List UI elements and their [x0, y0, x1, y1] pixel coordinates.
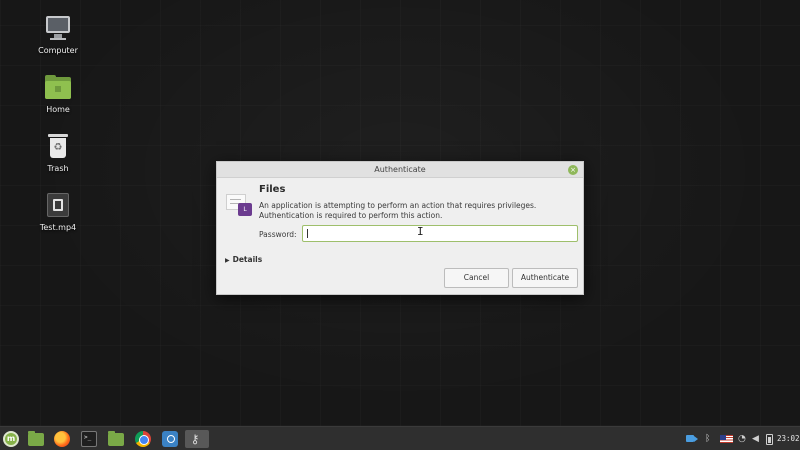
bluetooth-icon[interactable]: ᛒ [705, 433, 710, 445]
files-icon [108, 431, 124, 446]
video-recorder-icon[interactable] [686, 433, 698, 445]
ibeam-cursor-icon: I [417, 225, 424, 238]
desktop-icon-trash[interactable]: ♻ Trash [28, 132, 88, 174]
desktop-icon-label: Trash [47, 164, 69, 173]
desktop-icon-label: Computer [38, 46, 78, 55]
triangle-right-icon: ▶ [225, 257, 230, 264]
dialog-window-title: Authenticate [374, 165, 426, 174]
text-caret [307, 229, 308, 238]
taskbar-screenshot-launcher[interactable] [160, 430, 180, 448]
video-file-icon [43, 191, 73, 219]
desktop-icon-label: Home [46, 105, 70, 114]
taskbar-terminal-launcher[interactable]: >_ [79, 430, 99, 448]
details-label: Details [232, 255, 263, 264]
taskbar-authenticate-window[interactable]: ⚷ [185, 430, 209, 448]
taskbar: m >_ ⚷ ᛒ ◔ ◀ 23:02 [0, 426, 800, 450]
key-icon: ⚷ [190, 432, 200, 446]
computer-icon [43, 14, 73, 42]
taskbar-files-launcher[interactable] [26, 430, 46, 448]
cancel-button[interactable]: Cancel [444, 268, 509, 288]
chrome-icon [135, 431, 151, 447]
desktop-icon-test-mp4[interactable]: Test.mp4 [28, 191, 88, 233]
dialog-app-name: Files [259, 184, 286, 195]
menu-icon: m [3, 431, 19, 447]
taskbar-firefox-launcher[interactable] [52, 430, 72, 448]
details-expander[interactable]: ▶ Details [225, 255, 262, 264]
home-folder-icon [43, 73, 73, 101]
trash-icon: ♻ [43, 132, 73, 160]
taskbar-chrome-launcher[interactable] [133, 430, 153, 448]
password-label: Password: [259, 230, 297, 239]
battery-icon[interactable] [766, 434, 773, 445]
desktop-icon-label: Test.mp4 [39, 223, 77, 232]
taskbar-files-launcher-2[interactable] [106, 430, 126, 448]
dialog-titlebar[interactable]: Authenticate × [217, 162, 583, 178]
volume-icon[interactable]: ◀ [752, 433, 759, 445]
menu-button[interactable]: m [1, 430, 21, 448]
desktop-icon-computer[interactable]: Computer [28, 14, 88, 56]
clock[interactable]: 23:02 [777, 427, 800, 450]
files-icon [28, 431, 44, 446]
wifi-icon[interactable]: ◔ [738, 433, 746, 445]
close-icon[interactable]: × [568, 165, 578, 175]
password-field[interactable] [302, 225, 578, 242]
authenticate-button[interactable]: Authenticate [512, 268, 578, 288]
desktop-icon-home[interactable]: Home [28, 73, 88, 115]
firefox-icon [54, 431, 70, 447]
us-flag-keyboard-icon[interactable] [720, 435, 733, 443]
dialog-message: An application is attempting to perform … [259, 201, 537, 220]
screenshot-icon [162, 431, 178, 447]
files-app-icon: L [226, 194, 253, 216]
authenticate-dialog: Authenticate × L Files An application is… [216, 161, 584, 295]
terminal-icon: >_ [81, 431, 97, 447]
